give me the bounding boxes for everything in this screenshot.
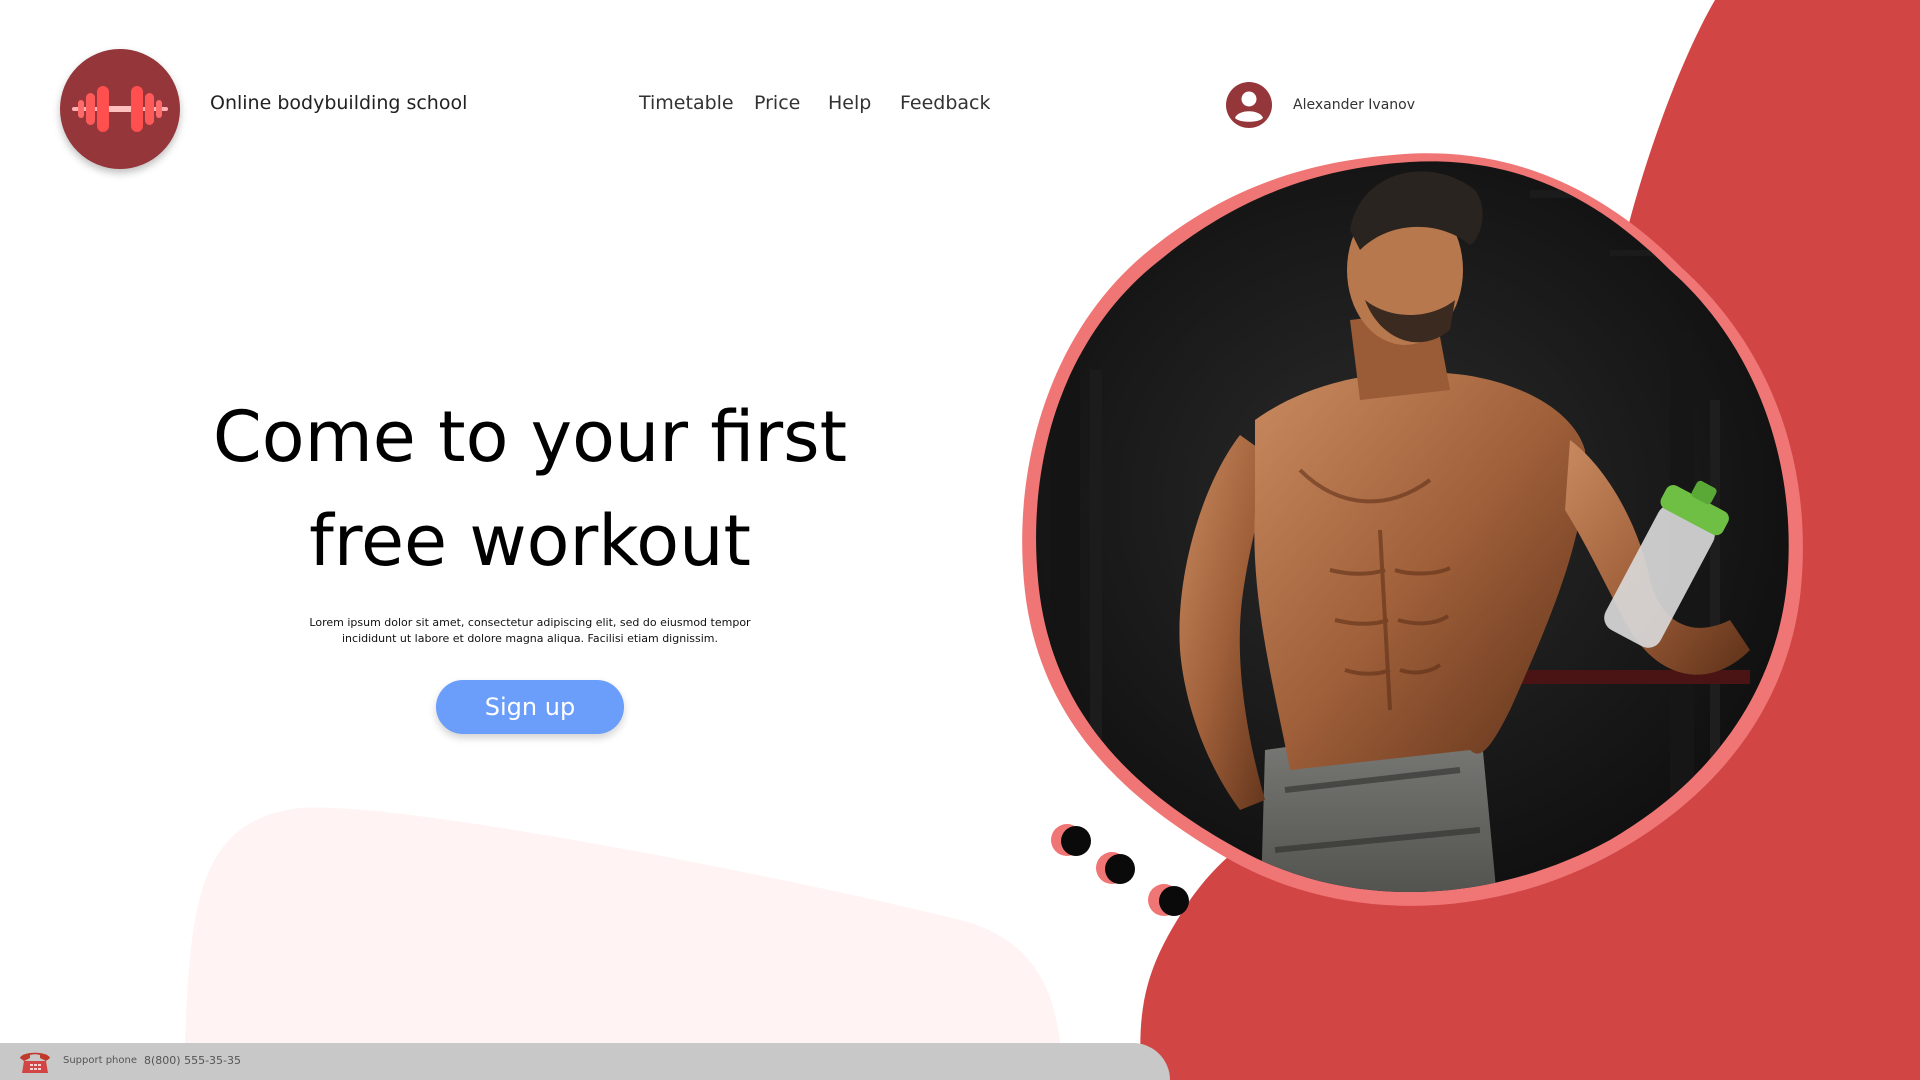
nav-price[interactable]: Price bbox=[754, 92, 800, 114]
hero-description: Lorem ipsum dolor sit amet, consectetur … bbox=[300, 615, 760, 647]
pink-blob bbox=[185, 807, 1060, 1043]
description-line-2: incididunt ut labore et dolore magna ali… bbox=[342, 632, 718, 645]
decorative-dots bbox=[1051, 824, 1189, 916]
nav-feedback[interactable]: Feedback bbox=[900, 92, 990, 114]
telephone-icon bbox=[20, 1052, 50, 1073]
headline-line-2: free workout bbox=[309, 500, 751, 582]
footer-bar: Support phone 8(800) 555-35-35 bbox=[0, 1043, 1170, 1080]
headline-line-1: Come to your first bbox=[212, 396, 848, 478]
support-phone-label: Support phone bbox=[63, 1055, 138, 1066]
nav-help[interactable]: Help bbox=[828, 92, 871, 114]
dumbbell-icon bbox=[72, 86, 168, 132]
nav-timetable[interactable]: Timetable bbox=[639, 92, 734, 114]
signup-button[interactable]: Sign up bbox=[436, 680, 624, 734]
brand-name: Online bodybuilding school bbox=[210, 92, 468, 114]
hero-photo-frame bbox=[1022, 153, 1803, 906]
logo[interactable] bbox=[60, 49, 180, 169]
user-name[interactable]: Alexander Ivanov bbox=[1293, 97, 1415, 113]
user-avatar-icon[interactable] bbox=[1226, 82, 1272, 128]
description-line-1: Lorem ipsum dolor sit amet, consectetur … bbox=[309, 616, 751, 629]
hero-headline: Come to your first free workout bbox=[150, 385, 910, 593]
support-phone-number[interactable]: 8(800) 555-35-35 bbox=[144, 1054, 241, 1067]
